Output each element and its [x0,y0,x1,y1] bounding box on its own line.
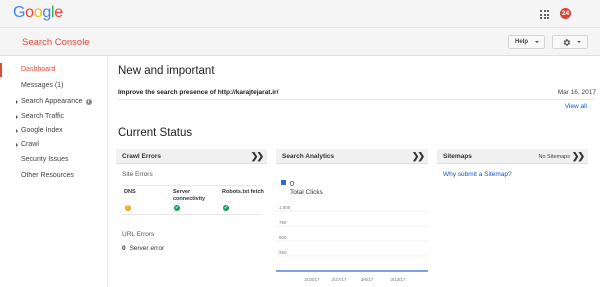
sidebar-item-label: Security Issues [21,156,69,163]
sidebar-item-search-traffic[interactable]: Search Traffic [0,110,107,124]
url-errors-label: URL Errors [122,231,155,238]
server-error-label: Server error [129,245,165,252]
why-submit-sitemap-link[interactable]: Why submit a Sitemap? [443,171,512,178]
sidebar-item-messages-1[interactable]: Messages (1) [0,79,107,93]
check-circle-icon: ✓ [223,205,229,211]
expand-triangle-icon [16,100,18,104]
logo-letter: e [54,4,63,21]
double-chevron-right-icon[interactable]: ❯❯ [572,151,585,162]
y-tick-label: 750 [279,220,287,225]
expand-triangle-icon [16,129,18,133]
main-content: New and important Improve the search pre… [109,57,600,287]
sidebar: Dashboard Messages (1) Search Appearance i S… [0,57,108,287]
expand-triangle-icon [16,143,18,147]
crawl-errors-card: Crawl Errors ❯❯ Site Errors DNS! Server c… [116,149,267,287]
notice-row[interactable]: Improve the search presence of http://ka… [118,86,596,100]
chevron-down-icon [577,41,581,43]
x-tick-label: 3/13/17 [390,277,406,282]
notice-date: Mar 16, 2017 [557,89,596,96]
sidebar-item-label: Search Appearance [21,98,83,105]
server-error-count: 0 [122,245,126,252]
y-tick-label: 250 [279,250,287,255]
total-clicks-value: 0 [290,179,295,188]
x-tick-label: 3/6/17 [361,277,374,282]
sidebar-item-search-appearance[interactable]: Search Appearance i [0,95,107,109]
sitemaps-header[interactable]: Sitemaps No Sitemaps ❯❯ [437,149,588,164]
logo-letter: o [33,4,43,21]
logo-letter: o [25,4,34,21]
y-tick-label: 500 [279,235,287,240]
check-circle-icon: ✓ [174,205,180,211]
sidebar-item-google-index[interactable]: Google Index [0,124,107,138]
current-status-title: Current Status [118,127,193,139]
crawl-errors-header[interactable]: Crawl Errors ❯❯ [116,149,267,164]
crawl-errors-title: Crawl Errors [122,153,162,160]
sidebar-item-other-resources[interactable]: Other Resources [0,169,107,183]
sidebar-item-security-issues[interactable]: Security Issues [0,153,107,167]
sitemaps-card: Sitemaps No Sitemaps ❯❯ Why submit a Sit… [437,149,588,287]
expand-triangle-icon [16,115,18,119]
notice-text[interactable]: Improve the search presence of http://ka… [118,89,278,96]
notifications-badge[interactable]: 24 [560,8,571,19]
server-error-row[interactable]: 0 Server error [122,245,164,252]
site-errors-label: Site Errors [122,171,153,178]
gear-icon [563,39,571,46]
search-analytics-header[interactable]: Search Analytics ❯❯ [276,149,428,164]
view-all-link[interactable]: View all [565,103,587,110]
search-analytics-title: Search Analytics [282,153,335,160]
search-analytics-card: Search Analytics ❯❯ 0 Total Clicks 1,000… [276,149,428,287]
chevron-down-icon [535,41,539,43]
sidebar-item-label: Search Traffic [21,113,65,120]
sidebar-item-label: Messages (1) [21,82,64,89]
product-title[interactable]: Search Console [22,37,90,48]
sidebar-item-label: Other Resources [21,172,74,179]
sidebar-item-crawl[interactable]: Crawl [0,138,107,152]
new-important-title: New and important [118,65,215,77]
double-chevron-right-icon[interactable]: ❯❯ [412,151,425,162]
help-button[interactable]: Help [508,35,545,49]
warning-icon: ! [125,205,131,211]
google-logo[interactable]: Google [13,4,63,22]
sidebar-item-dashboard[interactable]: Dashboard [0,63,107,77]
x-tick-label: 2/20/17 [304,277,320,282]
logo-letter: G [13,4,26,21]
site-errors-column: DNS [124,189,136,195]
x-tick-label: 2/27/17 [331,277,347,282]
sidebar-item-label: Google Index [21,127,63,134]
clicks-series-checkbox[interactable] [281,180,286,185]
site-errors-column: Robots.txt fetch [222,189,264,195]
sitemaps-title: Sitemaps [443,153,472,160]
site-errors-table: DNS! Server connectivity ✓ Robots.txt fetch… [122,185,264,215]
settings-button[interactable] [552,35,588,49]
sidebar-item-label: Dashboard [21,66,56,73]
no-sitemaps-label: No Sitemaps [538,154,571,160]
double-chevron-right-icon[interactable]: ❯❯ [251,151,264,162]
app-bar: Search Console Help [0,28,600,56]
sidebar-item-label: Crawl [21,141,39,148]
apps-grid-icon[interactable] [540,10,549,19]
google-top-bar: Google 24 [0,0,600,28]
logo-letter: g [42,4,51,21]
search-analytics-chart: 1,000 750 500 250 2/20/17 2/27/17 3/6/17 3/13/1… [276,205,428,282]
info-icon[interactable]: i [85,99,92,105]
help-button-label: Help [515,39,529,45]
site-errors-column: Server connectivity [173,189,206,202]
total-clicks-label: Total Clicks [290,189,323,196]
y-tick-label: 1,000 [279,205,291,210]
